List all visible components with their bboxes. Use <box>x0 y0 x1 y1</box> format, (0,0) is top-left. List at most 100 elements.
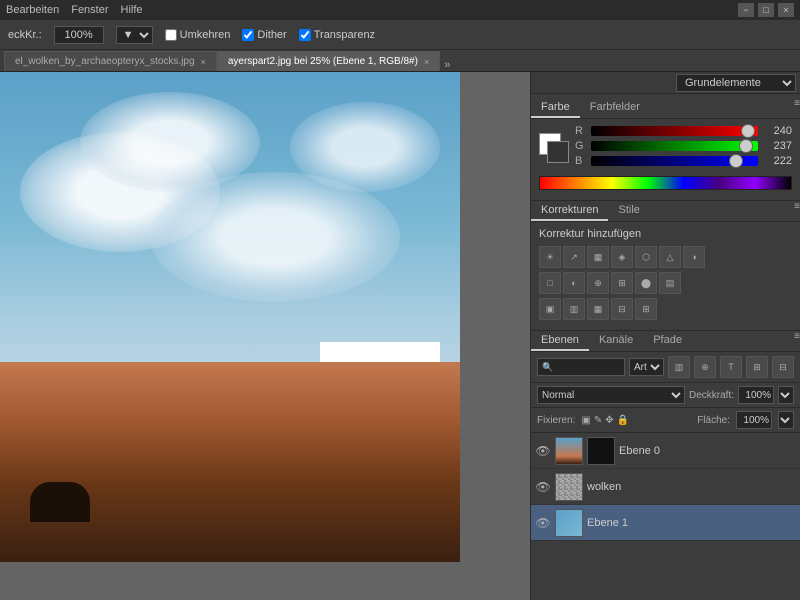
lock-brush-icon[interactable]: ✎ <box>594 415 602 426</box>
color-panel-options[interactable]: ≡ <box>794 98 800 118</box>
korrekturen-panel-options[interactable]: ≡ <box>794 201 800 221</box>
layer-name-ebene1: Ebene 1 <box>587 517 796 529</box>
tab-close-ayerspart[interactable]: × <box>424 57 429 67</box>
deckkraft-input[interactable] <box>738 386 774 404</box>
tab-ebenen[interactable]: Ebenen <box>531 331 589 351</box>
selectivecolor-icon[interactable]: ▦ <box>587 298 609 320</box>
layer-item-ebene0[interactable]: 👁 Ebene 0 <box>531 433 800 469</box>
invert-icon[interactable]: ⬤ <box>635 272 657 294</box>
eckkr-label: eckKr.: <box>8 29 42 41</box>
korrekturen-title: Korrektur hinzufügen <box>539 228 792 240</box>
extra-icon2[interactable]: ⊞ <box>635 298 657 320</box>
lock-row: Fixieren: ▣ ✎ ✥ 🔒 Fläche: ▼ <box>531 408 800 433</box>
blackwhite-icon[interactable]: ◑ <box>683 246 705 268</box>
layer-search-input[interactable] <box>553 362 620 373</box>
grundelemente-dropdown[interactable]: Grundelemente <box>676 74 796 92</box>
layer-filter-btn2[interactable]: ⊕ <box>694 356 716 378</box>
close-button[interactable]: × <box>778 3 794 17</box>
deckkraft-arrow[interactable]: ▼ <box>778 386 794 404</box>
rock-terrain <box>0 362 460 562</box>
layer-filter-btn4[interactable]: ⊞ <box>746 356 768 378</box>
tabs-arrow[interactable]: » <box>440 59 454 71</box>
tab-farbe[interactable]: Farbe <box>531 98 580 118</box>
layer-thumb-wolken <box>555 473 583 501</box>
korrekturen-panel: Korrekturen Stile ≡ Korrektur hinzufügen… <box>531 201 800 331</box>
color-spectrum[interactable] <box>539 176 792 190</box>
brightness-icon[interactable]: ☀ <box>539 246 561 268</box>
korrekturen-icons-row3: ▣ ▥ ▦ ⊟ ⊞ <box>539 298 792 320</box>
extra-icon1[interactable]: ⊟ <box>611 298 633 320</box>
korrekturen-content: Korrektur hinzufügen ☀ ↗ ▦ ◈ ⬡ △ ◑ □ ◐ ⊕… <box>531 222 800 330</box>
colorbalance-icon[interactable]: △ <box>659 246 681 268</box>
curves-icon[interactable]: ↗ <box>563 246 585 268</box>
red-row: R 240 <box>575 125 792 137</box>
saturation-icon[interactable]: ⬡ <box>635 246 657 268</box>
posterize-icon[interactable]: ▤ <box>659 272 681 294</box>
zoom-dropdown[interactable]: ▼ <box>116 26 153 44</box>
minimize-button[interactable]: − <box>738 3 754 17</box>
g-label: G <box>575 140 587 152</box>
layer-visibility-wolken[interactable]: 👁 <box>535 479 551 495</box>
layer-visibility-ebene0[interactable]: 👁 <box>535 443 551 459</box>
exposure-icon[interactable]: □ <box>539 272 561 294</box>
gradientmap-icon[interactable]: ▥ <box>563 298 585 320</box>
flaeche-input[interactable] <box>736 411 772 429</box>
b-value: 222 <box>762 155 792 167</box>
zoom-input[interactable] <box>54 26 104 44</box>
titlebar: Bearbeiten Fenster Hilfe − □ × <box>0 0 800 20</box>
hue-icon[interactable]: ◈ <box>611 246 633 268</box>
canvas-area[interactable] <box>0 72 530 600</box>
r-slider-handle[interactable] <box>741 124 755 138</box>
background-color[interactable] <box>547 141 569 163</box>
canvas-image <box>0 72 460 562</box>
layer-name-ebene0: Ebene 0 <box>619 445 796 457</box>
main-area: Grundelemente Farbe Farbfelder ≡ R <box>0 72 800 600</box>
transparenz-checkbox[interactable] <box>299 29 311 41</box>
levels-icon[interactable]: ▦ <box>587 246 609 268</box>
g-slider-handle[interactable] <box>739 139 753 153</box>
layer-filter-btn5[interactable]: ⊟ <box>772 356 794 378</box>
layer-search-box[interactable]: 🔍 <box>537 358 625 376</box>
color-boxes[interactable] <box>539 133 569 163</box>
layer-item-wolken[interactable]: 👁 wolken <box>531 469 800 505</box>
b-slider-handle[interactable] <box>729 154 743 168</box>
workspace-header: Grundelemente <box>531 72 800 94</box>
color-preview-row: R 240 G 237 <box>539 125 792 170</box>
lock-move-icon[interactable]: ✥ <box>605 415 613 426</box>
layer-filter-btn1[interactable]: ▥ <box>668 356 690 378</box>
transparenz-label[interactable]: Transparenz <box>299 29 375 41</box>
tab-farbfelder[interactable]: Farbfelder <box>580 98 650 118</box>
tab-pfade[interactable]: Pfade <box>643 331 692 351</box>
tab-ayerspart[interactable]: ayerspart2.jpg bei 25% (Ebene 1, RGB/8#)… <box>217 51 440 71</box>
menu-fenster[interactable]: Fenster <box>71 4 108 16</box>
layer-visibility-ebene1[interactable]: 👁 <box>535 515 551 531</box>
layer-filter-dropdown[interactable]: Art <box>629 358 664 376</box>
r-slider-track <box>591 126 758 136</box>
tab-wolken[interactable]: el_wolken_by_archaeopteryx_stocks.jpg × <box>4 51 217 71</box>
umkehren-label[interactable]: Umkehren <box>165 29 231 41</box>
ebenen-panel-options[interactable]: ≡ <box>794 331 800 351</box>
tab-korrekturen[interactable]: Korrekturen <box>531 201 608 221</box>
tab-close-wolken[interactable]: × <box>201 57 206 67</box>
dither-label[interactable]: Dither <box>242 29 286 41</box>
lock-all-icon[interactable]: 🔒 <box>617 415 629 426</box>
r-value: 240 <box>762 125 792 137</box>
tab-kanaele[interactable]: Kanäle <box>589 331 643 351</box>
channelmix-icon[interactable]: ⊕ <box>587 272 609 294</box>
menu-bearbeiten[interactable]: Bearbeiten <box>6 4 59 16</box>
dither-checkbox[interactable] <box>242 29 254 41</box>
menu-hilfe[interactable]: Hilfe <box>121 4 143 16</box>
lock-pixel-icon[interactable]: ▣ <box>581 415 590 426</box>
blend-mode-dropdown[interactable]: Normal <box>537 386 685 404</box>
umkehren-checkbox[interactable] <box>165 29 177 41</box>
maximize-button[interactable]: □ <box>758 3 774 17</box>
threshold-icon[interactable]: ▣ <box>539 298 561 320</box>
layer-thumb-ebene0 <box>555 437 583 465</box>
tab-stile[interactable]: Stile <box>608 201 649 221</box>
flaeche-arrow[interactable]: ▼ <box>778 411 794 429</box>
colorlookup-icon[interactable]: ⊞ <box>611 272 633 294</box>
color-panel-tabs: Farbe Farbfelder ≡ <box>531 98 800 119</box>
layer-filter-btn3[interactable]: T <box>720 356 742 378</box>
layer-item-ebene1[interactable]: 👁 Ebene 1 <box>531 505 800 541</box>
vibrance-icon[interactable]: ◐ <box>563 272 585 294</box>
